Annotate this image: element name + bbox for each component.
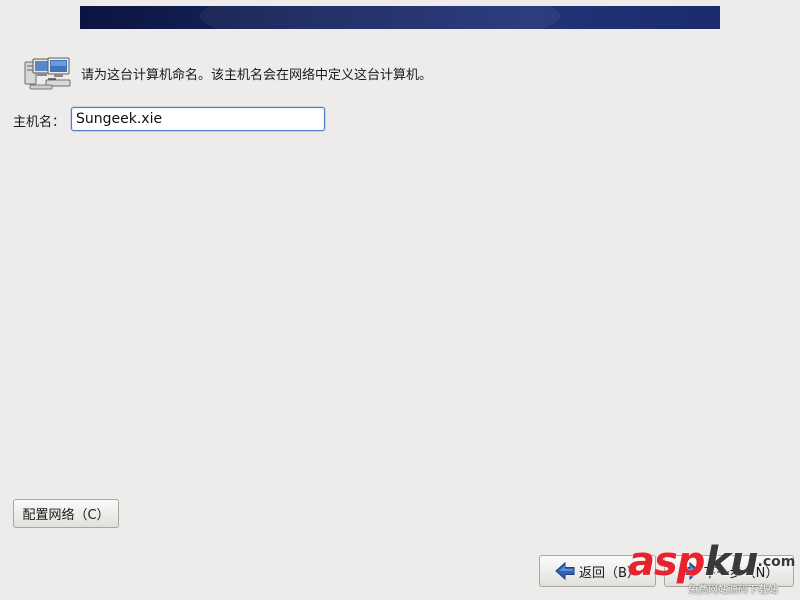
configure-network-label: 配置网络（C） bbox=[22, 508, 110, 523]
arrow-left-icon bbox=[555, 561, 575, 581]
arrow-right-icon bbox=[680, 561, 700, 581]
next-label: 下一步（N） bbox=[703, 565, 779, 581]
back-button[interactable]: 返回（B） bbox=[539, 555, 656, 587]
network-computers-icon bbox=[22, 55, 72, 91]
back-label: 返回（B） bbox=[579, 565, 640, 581]
header-banner bbox=[80, 6, 720, 29]
hostname-input[interactable] bbox=[71, 107, 325, 131]
hostname-label: 主机名： bbox=[13, 115, 66, 130]
configure-network-button[interactable]: 配置网络（C） bbox=[13, 499, 119, 528]
intro-row: 请为这台计算机命名。该主机名会在网络中定义这台计算机。 bbox=[22, 55, 432, 91]
intro-text: 请为这台计算机命名。该主机名会在网络中定义这台计算机。 bbox=[81, 67, 433, 83]
next-button[interactable]: 下一步（N） bbox=[664, 555, 794, 587]
